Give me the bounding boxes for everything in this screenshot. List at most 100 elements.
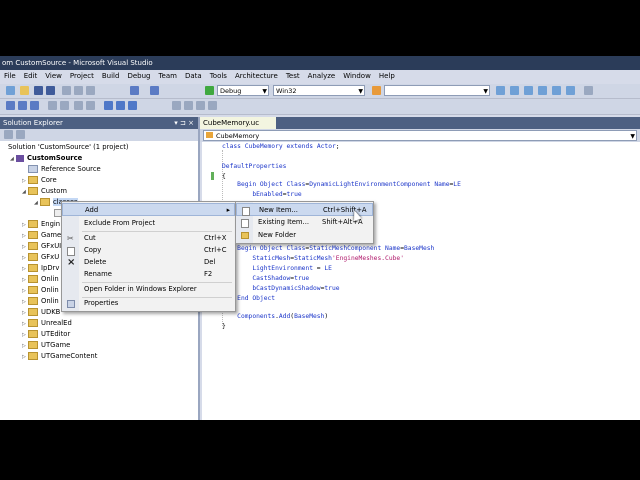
tree-item-label: GFxU: [41, 253, 60, 261]
toolbar-options-icon[interactable]: [584, 86, 593, 95]
tree-item-label: Game: [41, 231, 62, 239]
code-line-19: }: [222, 323, 226, 330]
tree-item[interactable]: ▷ UnrealEd: [22, 318, 72, 329]
display-object-members-icon[interactable]: [6, 101, 15, 110]
undo-icon[interactable]: [130, 86, 139, 95]
paste-icon[interactable]: [86, 86, 95, 95]
find-combo[interactable]: ▼: [384, 85, 490, 96]
menu-view[interactable]: View: [41, 70, 66, 83]
tree-item-label: UTGameContent: [41, 352, 98, 360]
tree-item[interactable]: ▷ UTGame: [22, 340, 70, 351]
start-page-icon[interactable]: [552, 86, 561, 95]
menu-item-properties[interactable]: Properties: [62, 297, 235, 310]
menu-window[interactable]: Window: [339, 70, 375, 83]
solution-configuration-select[interactable]: Debug ▼: [217, 85, 269, 96]
tree-item[interactable]: ▷ Core: [22, 175, 57, 186]
folder-icon: [28, 187, 38, 195]
tree-item[interactable]: Reference Source: [22, 164, 101, 175]
menu-item-label: Open Folder in Windows Explorer: [84, 285, 197, 293]
menu-item-exclude[interactable]: Exclude From Project: [62, 217, 235, 230]
show-all-files-icon[interactable]: [16, 130, 25, 139]
tree-item[interactable]: ▷ Onlin: [22, 274, 59, 285]
menu-project[interactable]: Project: [66, 70, 98, 83]
code-line-5: Begin Object Class=DynamicLightEnvironme…: [237, 181, 461, 188]
tree-item[interactable]: ▷ IpDrv: [22, 263, 59, 274]
menu-build[interactable]: Build: [98, 70, 124, 83]
tree-item-project[interactable]: ◢ CustomSource: [10, 153, 82, 164]
menu-file[interactable]: File: [0, 70, 20, 83]
uncomment-icon[interactable]: [86, 101, 95, 110]
tree-item[interactable]: ◢ Custom: [22, 186, 67, 197]
properties-icon[interactable]: [4, 130, 13, 139]
chevron-down-icon: ▼: [630, 133, 635, 140]
step-into-icon[interactable]: [184, 101, 193, 110]
menu-data[interactable]: Data: [181, 70, 206, 83]
new-project-icon[interactable]: [6, 86, 15, 95]
menu-test[interactable]: Test: [282, 70, 304, 83]
project-icon: [16, 154, 24, 162]
folder-icon: [40, 198, 50, 206]
tree-item[interactable]: ▷ UTEditor: [22, 329, 70, 340]
step-out-icon[interactable]: [208, 101, 217, 110]
menu-analyze[interactable]: Analyze: [304, 70, 340, 83]
redo-icon[interactable]: [150, 86, 159, 95]
code-editor[interactable]: class CubeMemory extends Actor; DefaultP…: [202, 142, 640, 420]
save-icon[interactable]: [34, 86, 43, 95]
tree-item[interactable]: ▷ GFxUI: [22, 241, 61, 252]
standard-toolbar: Debug ▼ Win32 ▼ ▼: [0, 84, 640, 99]
menu-help[interactable]: Help: [375, 70, 399, 83]
tree-item[interactable]: ▷ Onlin: [22, 285, 59, 296]
tree-item[interactable]: ▷ Engin: [22, 219, 60, 230]
menu-edit[interactable]: Edit: [20, 70, 42, 83]
tab-well: [276, 117, 640, 129]
menu-item-add[interactable]: Add ▸: [62, 203, 235, 216]
folder-icon: [28, 308, 38, 316]
object-browser-icon[interactable]: [524, 86, 533, 95]
toolbox-icon[interactable]: [538, 86, 547, 95]
menu-item-open-folder[interactable]: Open Folder in Windows Explorer: [62, 283, 235, 296]
menu-debug[interactable]: Debug: [123, 70, 154, 83]
extension-manager-icon[interactable]: [566, 86, 575, 95]
menu-team[interactable]: Team: [154, 70, 181, 83]
tree-item[interactable]: ▷ Game: [22, 230, 61, 241]
previous-bookmark-icon[interactable]: [116, 101, 125, 110]
next-bookmark-icon[interactable]: [128, 101, 137, 110]
breakpoint-icon[interactable]: [172, 101, 181, 110]
step-over-icon[interactable]: [196, 101, 205, 110]
tree-item[interactable]: ▷ UDKB: [22, 307, 60, 318]
start-debugging-icon[interactable]: [205, 86, 214, 95]
tree-item[interactable]: ▷ GFxU: [22, 252, 59, 263]
code-line-1: class CubeMemory extends Actor;: [222, 143, 340, 150]
tree-item-solution[interactable]: Solution 'CustomSource' (1 project): [8, 142, 129, 153]
properties-window-icon[interactable]: [510, 86, 519, 95]
folder-icon: [28, 319, 38, 327]
tree-item-label: Onlin: [41, 297, 59, 305]
decrease-indent-icon[interactable]: [48, 101, 57, 110]
document-tab[interactable]: CubeMemory.uc: [200, 117, 276, 129]
parameter-info-icon[interactable]: [18, 101, 27, 110]
cut-icon[interactable]: [62, 86, 71, 95]
increase-indent-icon[interactable]: [60, 101, 69, 110]
tree-item-label: Engin: [41, 220, 61, 228]
menu-bar: File Edit View Project Build Debug Team Data Too…: [0, 70, 640, 83]
solution-explorer-icon[interactable]: [496, 86, 505, 95]
open-file-icon[interactable]: [20, 86, 29, 95]
save-all-icon[interactable]: [46, 86, 55, 95]
menu-item-new-folder[interactable]: New Folder: [236, 229, 373, 242]
solution-explorer-title: Solution Explorer: [3, 119, 63, 127]
comment-out-icon[interactable]: [74, 101, 83, 110]
tree-item[interactable]: ▷ Onlin: [22, 296, 59, 307]
type-dropdown[interactable]: CubeMemory ▼: [203, 130, 637, 141]
copy-icon[interactable]: [74, 86, 83, 95]
menu-architecture[interactable]: Architecture: [231, 70, 282, 83]
toggle-bookmark-icon[interactable]: [104, 101, 113, 110]
pane-controls-icon[interactable]: ▾ ⊐ ×: [174, 117, 194, 129]
menu-tools[interactable]: Tools: [206, 70, 231, 83]
quick-info-icon[interactable]: [30, 101, 39, 110]
folder-icon: [28, 297, 38, 305]
menu-item-rename[interactable]: Rename F2: [62, 268, 235, 281]
solution-platform-select[interactable]: Win32 ▼: [273, 85, 365, 96]
tree-item[interactable]: ▷ UTGameContent: [22, 351, 97, 362]
find-in-files-icon[interactable]: [372, 86, 381, 95]
tree-item-label: UDKB: [41, 308, 61, 316]
